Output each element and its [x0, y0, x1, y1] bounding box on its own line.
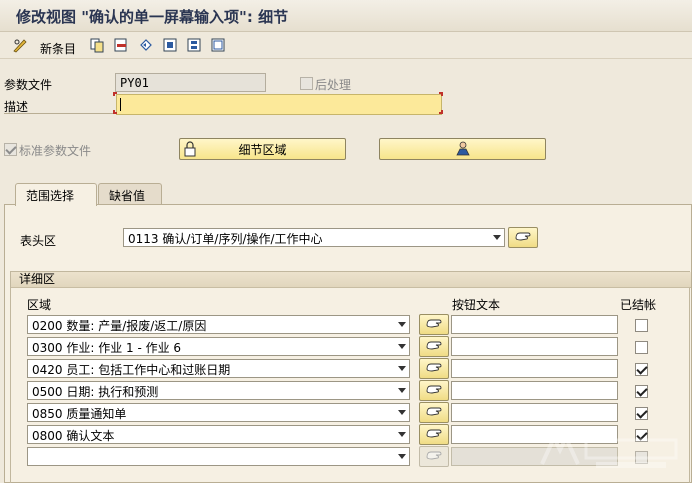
choose-button-row-7: [419, 446, 449, 467]
required-marker-left: [113, 92, 117, 96]
col-area-header: 区域: [27, 298, 52, 312]
area-value: 0200 数量: 产量/报废/返工/原因: [32, 319, 207, 333]
hand-pointer-icon: [425, 427, 443, 442]
tab-range-selection[interactable]: 范围选择: [15, 183, 97, 206]
watermark-logo: [536, 430, 686, 474]
header-area-choose-button[interactable]: [508, 227, 538, 248]
detail-area-button[interactable]: 细节区域: [179, 138, 346, 160]
chevron-down-icon: [398, 322, 406, 327]
area-dropdown-row-6[interactable]: 0800 确认文本: [27, 425, 410, 444]
collapsed-checkbox-row-4[interactable]: [635, 385, 648, 398]
post-processing-checkbox: [300, 77, 313, 90]
chevron-down-icon: [398, 410, 406, 415]
window-title: 修改视图 "确认的单一屏幕输入项": 细节: [16, 8, 289, 26]
post-processing-label: 后处理: [315, 78, 352, 92]
area-dropdown-row-1[interactable]: 0200 数量: 产量/报废/返工/原因: [27, 315, 410, 334]
area-dropdown-row-2[interactable]: 0300 作业: 作业 1 - 作业 6: [27, 337, 410, 356]
collapsed-checkbox-row-2[interactable]: [635, 341, 648, 354]
chevron-down-icon: [398, 366, 406, 371]
choose-button-row-4[interactable]: [419, 380, 449, 401]
collapsed-checkbox-row-3[interactable]: [635, 363, 648, 376]
area-dropdown-row-4[interactable]: 0500 日期: 执行和预测: [27, 381, 410, 400]
std-profile-label: 标准参数文件: [19, 144, 92, 158]
chevron-down-icon: [398, 344, 406, 349]
profile-field: PY01: [115, 73, 266, 92]
hand-pointer-icon: [514, 230, 532, 245]
hand-pointer-icon: [425, 339, 443, 354]
area-value: 0300 作业: 作业 1 - 作业 6: [32, 341, 182, 355]
header-area-dropdown[interactable]: 0113 确认/订单/序列/操作/工作中心: [123, 228, 505, 247]
lock-icon: [184, 141, 198, 160]
title-bar: 修改视图 "确认的单一屏幕输入项": 细节: [0, 0, 692, 32]
button-text-input-row-5[interactable]: [451, 403, 618, 422]
chevron-down-icon: [398, 388, 406, 393]
required-marker-right: [439, 92, 443, 96]
area-dropdown-row-3[interactable]: 0420 员工: 包括工作中心和过账日期: [27, 359, 410, 378]
area-dropdown-row-7[interactable]: [27, 447, 410, 466]
area-dropdown-row-5[interactable]: 0850 质量通知单: [27, 403, 410, 422]
col-button-text-header: 按钮文本: [452, 298, 501, 312]
chevron-down-icon: [398, 454, 406, 459]
choose-button-row-3[interactable]: [419, 358, 449, 379]
area-value: 0420 员工: 包括工作中心和过账日期: [32, 363, 231, 377]
area-value: 0850 质量通知单: [32, 407, 127, 421]
button-text-input-row-2[interactable]: [451, 337, 618, 356]
description-input[interactable]: [116, 94, 442, 115]
area-value: 0500 日期: 执行和预测: [32, 385, 159, 399]
tab-default-values[interactable]: 缺省值: [98, 183, 162, 205]
required-marker-bottom-right: [439, 110, 443, 114]
select-block-icon[interactable]: [186, 37, 202, 53]
required-marker-bottom-left: [113, 110, 117, 114]
choose-button-row-5[interactable]: [419, 402, 449, 423]
choose-button-row-6[interactable]: [419, 424, 449, 445]
button-text-input-row-4[interactable]: [451, 381, 618, 400]
copy-icon[interactable]: [89, 37, 105, 53]
pencil-glasses-icon[interactable]: [12, 37, 28, 53]
description-label-underline: [4, 113, 114, 114]
button-text-input-row-1[interactable]: [451, 315, 618, 334]
header-area-label: 表头区: [20, 234, 57, 248]
area-value: 0800 确认文本: [32, 429, 115, 443]
hand-pointer-icon: [425, 361, 443, 376]
col-collapsed-header: 已结帐: [620, 298, 657, 312]
std-profile-checkbox: [4, 143, 17, 156]
detail-area-title: 详细区: [11, 272, 691, 288]
choose-button-row-2[interactable]: [419, 336, 449, 357]
chevron-down-icon: [493, 235, 501, 240]
person-button[interactable]: [379, 138, 546, 160]
collapsed-checkbox-row-5[interactable]: [635, 407, 648, 420]
profile-label: 参数文件: [4, 78, 53, 92]
delete-icon[interactable]: [113, 37, 129, 53]
new-entries-button[interactable]: 新条目: [40, 40, 76, 57]
choose-button-row-1[interactable]: [419, 314, 449, 335]
undo-icon[interactable]: [138, 37, 154, 53]
chevron-down-icon: [398, 432, 406, 437]
collapsed-checkbox-row-1[interactable]: [635, 319, 648, 332]
application-toolbar: 新条目: [0, 33, 692, 59]
deselect-icon[interactable]: [210, 37, 226, 53]
hand-pointer-icon: [425, 405, 443, 420]
header-area-value: 0113 确认/订单/序列/操作/工作中心: [128, 232, 323, 246]
hand-pointer-icon: [425, 317, 443, 332]
hand-pointer-icon: [425, 383, 443, 398]
hand-pointer-icon: [425, 449, 443, 464]
detail-area-label: 细节区域: [238, 142, 287, 157]
person-icon: [454, 140, 472, 159]
button-text-input-row-3[interactable]: [451, 359, 618, 378]
text-cursor: [120, 98, 121, 111]
select-all-icon[interactable]: [162, 37, 178, 53]
